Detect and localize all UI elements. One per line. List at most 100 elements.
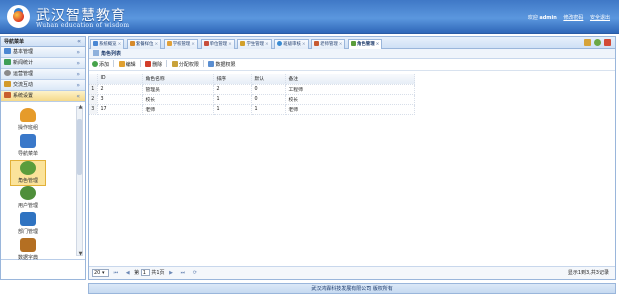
home-icon [93, 41, 98, 46]
sidebar-group-operations[interactable]: 运营管理» [1, 69, 85, 80]
roles-table: ID 角色名称 排序 默认 备注 1 2 管理员 2 0 工程师 2 3 校长 1 0 校长 3 17… [89, 74, 415, 115]
column-header-name[interactable]: 角色名称 [142, 74, 214, 85]
collapse-sidebar-button[interactable]: « [77, 37, 81, 47]
divider [139, 60, 141, 67]
column-header-id[interactable]: ID [97, 74, 143, 85]
close-icon[interactable]: × [154, 42, 158, 47]
sidebar-group-basic[interactable]: 基本管理» [1, 47, 85, 58]
divider [166, 60, 168, 67]
sidebar-title: 导航菜单 « [1, 37, 85, 47]
key-icon [171, 61, 178, 67]
close-icon[interactable]: × [339, 42, 343, 47]
pagination-info: 显示1到3,共3记录 [567, 270, 609, 276]
panel-title: 角色列表 [89, 49, 615, 59]
tab-student[interactable]: 学生管理× [237, 39, 272, 49]
change-password-link[interactable]: 修改密码 [563, 15, 583, 21]
sidebar: 导航菜单 « 基本管理» 新闻统计» 运营管理» 交流互动» 系统设置 « 操作班… [0, 36, 86, 280]
close-icon[interactable]: × [376, 42, 380, 47]
column-header-note[interactable]: 备注 [285, 74, 415, 85]
cell-id: 17 [97, 104, 143, 115]
tab-roles[interactable]: 角色管理× [348, 39, 383, 49]
tab-class-review[interactable]: 班级审核× [274, 39, 309, 49]
top-links: 欢迎 admin 修改密码 安全退出 [528, 14, 610, 21]
menu-item-navigation[interactable]: 导航菜单 [10, 134, 46, 160]
row-number: 3 [89, 104, 98, 115]
delete-button[interactable]: 删除 [145, 59, 162, 71]
cell-note: 校长 [285, 94, 415, 105]
column-header-default[interactable]: 默认 [251, 74, 286, 85]
cell-id: 2 [97, 84, 143, 95]
tab-package[interactable]: 套餐样位× [126, 39, 162, 49]
department-icon [20, 212, 36, 226]
total-pages: 共1页 [151, 270, 165, 276]
data-permissions-button[interactable]: 数据权限 [208, 59, 235, 71]
chat-icon [4, 81, 11, 87]
list-icon [93, 50, 99, 56]
logout-link[interactable]: 安全退出 [590, 15, 610, 21]
sidebar-group-news[interactable]: 新闻统计» [1, 58, 85, 69]
cell-order: 1 [213, 104, 252, 115]
close-all-icon[interactable] [604, 39, 611, 46]
sidebar-scrollbar[interactable]: ▲ ▼ [76, 104, 84, 257]
edit-button[interactable]: 编辑 [118, 59, 136, 71]
collapse-icon: « [76, 93, 80, 100]
table-header: ID 角色名称 排序 默认 备注 [89, 74, 415, 85]
close-icon[interactable]: × [228, 42, 232, 47]
folder-icon [4, 48, 11, 54]
delete-icon [145, 61, 152, 67]
tab-school[interactable]: 学校管理× [163, 39, 198, 49]
refresh-icon[interactable] [594, 39, 601, 46]
table-row[interactable]: 1 2 管理员 2 0 工程师 [89, 84, 415, 95]
tab-overview[interactable]: 系统概览× [90, 39, 125, 49]
book-icon [20, 238, 36, 252]
username: admin [539, 15, 557, 21]
menu-item-operations[interactable]: 操作班组 [10, 108, 46, 134]
school-icon [166, 41, 172, 46]
close-icon[interactable]: × [118, 42, 122, 47]
toolbar: 添加 编辑 删除 分配权限 数据权限 [89, 59, 615, 71]
sidebar-group-interaction[interactable]: 交流互动» [1, 80, 85, 91]
menu-item-users[interactable]: 用户管理 [10, 186, 46, 212]
menu-item-roles[interactable]: 角色管理 [10, 160, 46, 186]
student-icon [240, 41, 246, 46]
page-number-input[interactable]: 1 [140, 269, 150, 276]
page-label: 第 [134, 270, 140, 276]
tab-actions [581, 39, 611, 48]
app-header: 武汉智慧教育 Wuhan education of wisdom 欢迎 admi… [0, 0, 619, 34]
assign-permissions-button[interactable]: 分配权限 [171, 59, 199, 71]
table-row[interactable]: 3 17 老师 1 1 老师 [89, 104, 415, 115]
column-header-order[interactable]: 排序 [213, 74, 252, 85]
next-page-icon[interactable]: ▶ [169, 267, 173, 280]
last-page-icon[interactable]: ⏭ [181, 267, 186, 280]
cell-name: 校长 [142, 94, 214, 105]
close-icon[interactable]: × [302, 42, 306, 47]
tab-bar: 系统概览× 套餐样位× 学校管理× 单位管理× 学生管理× 班级审核× 老师管理… [89, 37, 615, 49]
cell-name: 老师 [142, 104, 214, 115]
refresh-icon[interactable]: ⟳ [193, 267, 197, 280]
menu-item-departments[interactable]: 部门管理 [10, 212, 46, 238]
tab-teacher[interactable]: 老师管理× [311, 39, 346, 49]
first-page-icon[interactable]: ⏮ [114, 267, 119, 280]
scroll-down-icon[interactable]: ▼ [77, 251, 84, 257]
page-size-select[interactable]: 20 ▾ [92, 268, 109, 277]
home-icon[interactable] [584, 39, 591, 46]
add-button[interactable]: 添加 [92, 59, 109, 71]
package-icon [129, 41, 135, 46]
menu-item-dictionary[interactable]: 数据字典 [10, 238, 46, 264]
tab-unit[interactable]: 单位管理× [200, 39, 235, 49]
scroll-up-icon[interactable]: ▲ [77, 104, 84, 110]
system-menu: 操作班组 导航菜单 角色管理 用户管理 部门管理 数据字典 ▲ ▼ [1, 102, 85, 261]
user-group-icon [20, 186, 36, 200]
cell-default: 1 [251, 104, 286, 115]
sidebar-group-system[interactable]: 系统设置 « [1, 91, 85, 102]
close-icon[interactable]: × [265, 42, 269, 47]
expand-icon: » [76, 82, 80, 89]
table-row[interactable]: 2 3 校长 1 0 校长 [89, 94, 415, 105]
teacher-icon [314, 41, 320, 46]
cell-order: 2 [213, 84, 252, 95]
welcome-text: 欢迎 [527, 15, 538, 21]
prev-page-icon[interactable]: ◀ [126, 267, 130, 280]
close-icon[interactable]: × [191, 42, 195, 47]
cell-order: 1 [213, 94, 252, 105]
scroll-thumb[interactable] [77, 119, 82, 175]
